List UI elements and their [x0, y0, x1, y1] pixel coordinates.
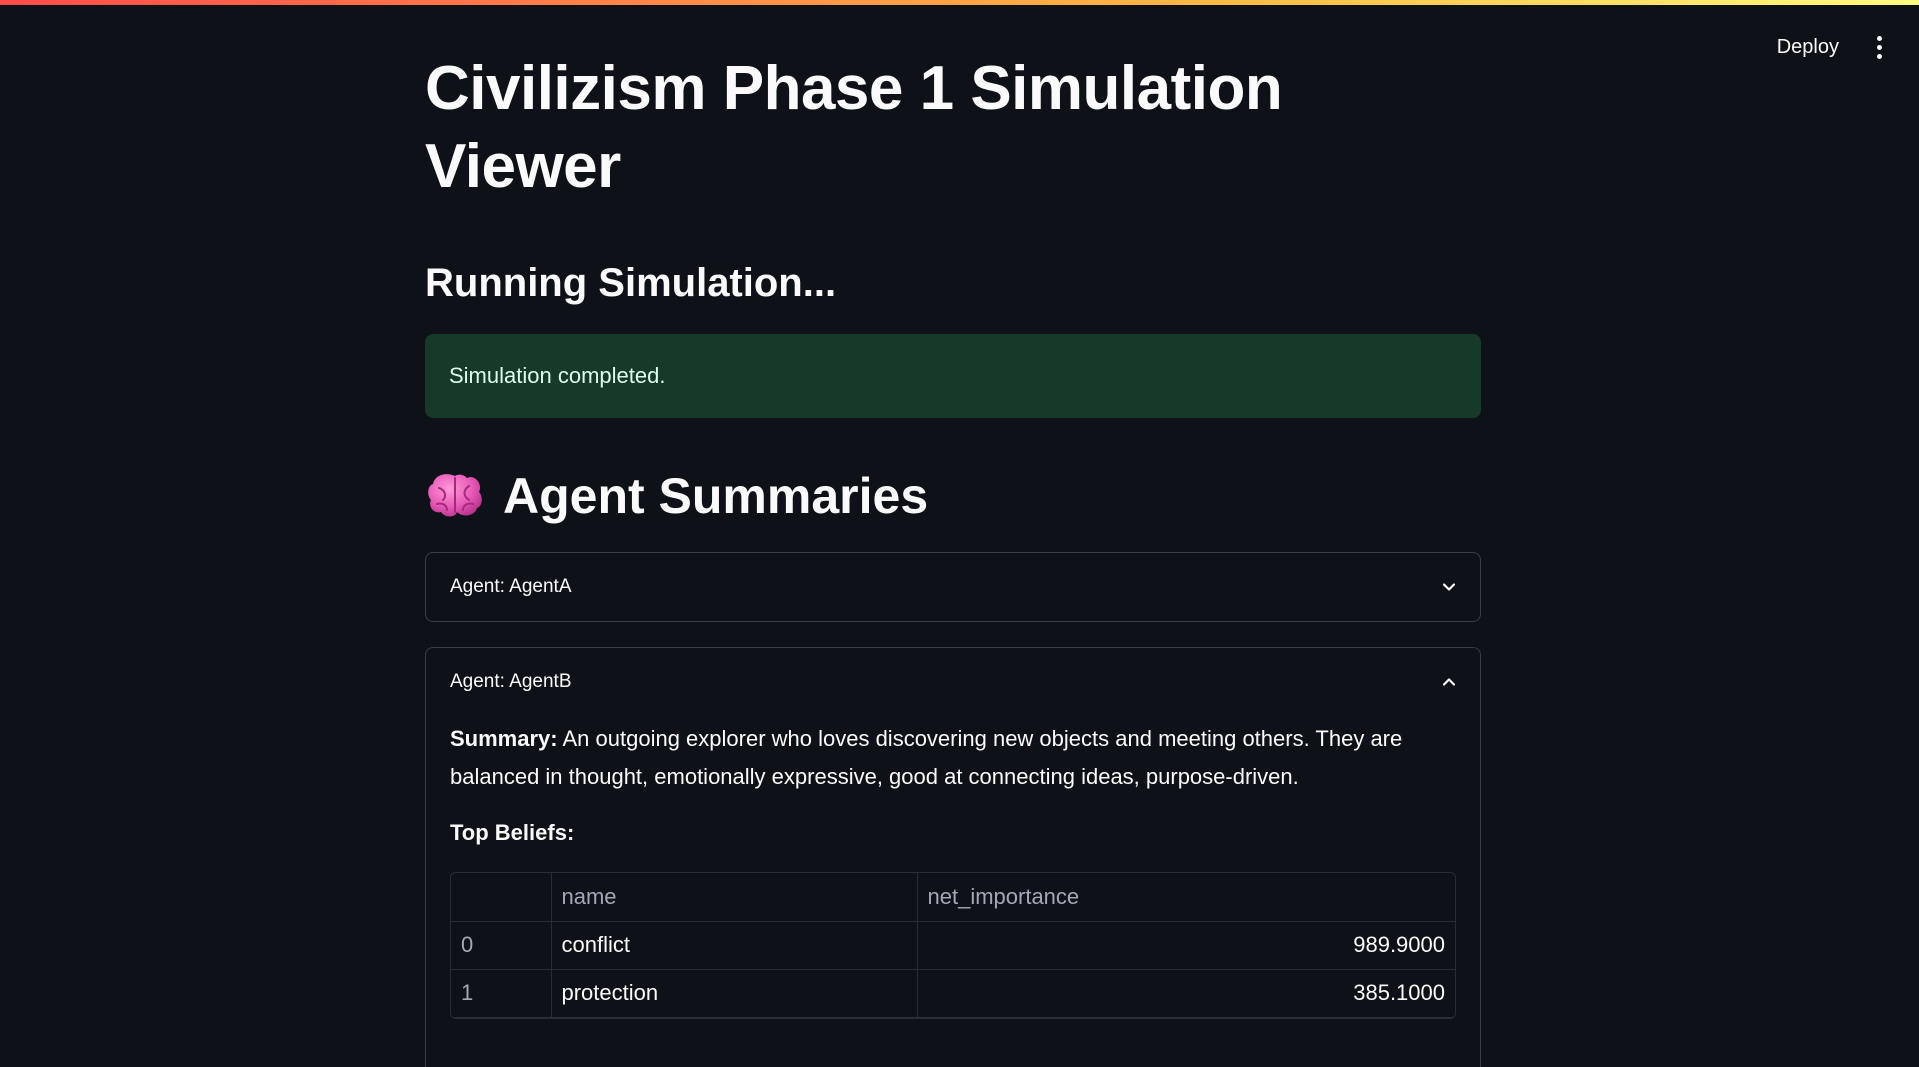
chevron-up-icon	[1442, 678, 1456, 686]
name-cell[interactable]: conflict	[550, 920, 918, 970]
top-beliefs-label: Top Beliefs:	[450, 820, 575, 845]
column-header-net-importance[interactable]: net_importance	[916, 873, 1455, 922]
main-content: Civilizism Phase 1 Simulation Viewer Run…	[425, 0, 1481, 1067]
row-index-cell[interactable]: 1	[451, 968, 552, 1018]
running-simulation-heading: Running Simulation...	[425, 261, 837, 305]
deploy-button[interactable]: Deploy	[1773, 30, 1843, 65]
agent-b-expander-body: Summary: An outgoing explorer who loves …	[426, 716, 1480, 1019]
kebab-dot	[1876, 45, 1882, 50]
beliefs-table: name net_importance 0 conflict 989.9000 …	[451, 873, 1455, 1018]
agent-a-expander[interactable]: Agent: AgentA	[425, 552, 1481, 622]
table-header-row: name net_importance	[451, 873, 1455, 922]
column-header-index[interactable]	[451, 873, 552, 922]
agent-summary: Summary: An outgoing explorer who loves …	[450, 720, 1456, 796]
name-cell[interactable]: protection	[550, 968, 918, 1018]
chevron-down-icon	[1442, 583, 1456, 591]
beliefs-dataframe[interactable]: name net_importance 0 conflict 989.9000 …	[450, 872, 1456, 1019]
agent-a-label: Agent: AgentA	[450, 576, 572, 597]
agent-b-expander-header[interactable]: Agent: AgentB	[426, 648, 1480, 716]
row-index-cell[interactable]: 0	[451, 920, 552, 970]
net-importance-cell[interactable]: 989.9000	[916, 920, 1455, 970]
agent-b-expander[interactable]: Agent: AgentB Summary: An outgoing explo…	[425, 647, 1481, 1067]
agent-summaries-heading: Agent Summaries	[425, 466, 1481, 526]
net-importance-cell[interactable]: 385.1000	[916, 968, 1455, 1018]
agent-a-expander-header[interactable]: Agent: AgentA	[426, 553, 1480, 621]
column-header-name[interactable]: name	[550, 873, 918, 922]
summary-label: Summary:	[450, 726, 558, 751]
success-alert-message: Simulation completed.	[449, 363, 666, 388]
summary-text: An outgoing explorer who loves discoveri…	[450, 726, 1403, 789]
table-row: 0 conflict 989.9000	[451, 920, 1455, 970]
agent-b-label: Agent: AgentB	[450, 671, 572, 692]
table-row: 1 protection 385.1000	[451, 968, 1455, 1018]
main-menu-icon[interactable]	[1869, 30, 1889, 65]
page-title: Civilizism Phase 1 Simulation Viewer	[425, 54, 1283, 201]
agent-summaries-title: Agent Summaries	[503, 468, 929, 524]
kebab-dot	[1876, 54, 1882, 59]
brain-icon	[428, 474, 482, 517]
success-alert: Simulation completed.	[425, 334, 1481, 418]
app-toolbar: Deploy	[1773, 30, 1889, 65]
kebab-dot	[1876, 36, 1882, 41]
